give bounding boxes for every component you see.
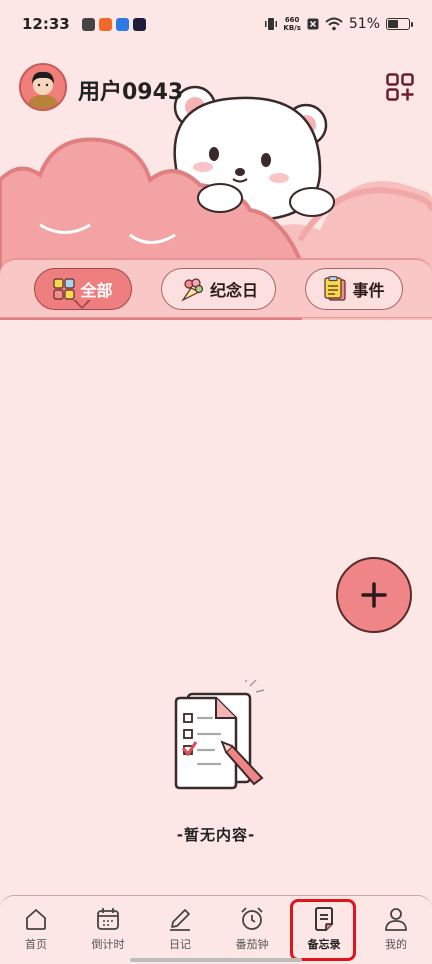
selected-nav-highlight [290,899,356,961]
tab-anniversary[interactable]: 纪念日 [161,268,276,310]
avatar-portrait [21,65,65,109]
tab-event-label: 事件 [352,281,385,300]
grid-icon [53,278,76,300]
network-speed-value: 660 [284,16,300,24]
bottom-navigation: 首页 倒计时 日记 番茄钟 备忘录 我的 [0,895,432,964]
battery-icon [386,18,413,30]
tab-event[interactable]: 事件 [305,268,403,310]
status-bar: 12:33 660 KB/s 51% [0,0,432,48]
tab-anniversary-label: 纪念日 [209,281,258,300]
flower-bouquet-icon [181,278,204,302]
nav-home-label: 首页 [25,938,47,951]
calendar-icon [97,908,119,930]
battery-percent: 51% [348,16,380,32]
nav-profile-label: 我的 [385,938,407,951]
app-notification-icon [81,17,95,31]
empty-notes-illustration [174,680,265,790]
pencil-icon [170,909,190,931]
nav-pomodoro[interactable]: 番茄钟 [216,906,288,956]
home-indicator[interactable] [130,958,302,962]
empty-state-text: -暂无内容- [176,826,256,844]
app-notification-icon [132,17,146,31]
alarm-clock-icon [241,907,263,930]
add-memo-button[interactable] [336,557,412,633]
app-notification-icon [98,17,112,31]
nav-pomodoro-label: 番茄钟 [235,938,269,951]
avatar[interactable] [19,63,67,111]
nav-home[interactable]: 首页 [0,906,72,956]
vibrate-icon [265,18,278,30]
status-time: 12:33 [22,15,70,33]
person-icon [385,908,407,931]
nav-profile[interactable]: 我的 [360,906,432,956]
nav-countdown[interactable]: 倒计时 [72,906,144,956]
network-speed: 660 KB/s [283,16,300,32]
clipboard-icon [324,276,347,301]
tab-all-label: 全部 [80,281,113,300]
home-icon [26,909,46,930]
active-tab-pointer [73,299,91,309]
wifi-icon [325,17,343,31]
nav-diary[interactable]: 日记 [144,906,216,956]
nav-countdown-label: 倒计时 [91,938,125,951]
network-speed-unit: KB/s [283,24,301,32]
category-tab-bar: 全部 纪念日 事件 [0,258,432,318]
app-notification-icon [115,17,129,31]
username: 用户0943 [78,80,184,105]
sim-disabled-icon [307,18,319,30]
add-widget-icon[interactable] [386,73,414,101]
plus-icon [361,582,387,608]
nav-diary-label: 日记 [169,938,191,951]
